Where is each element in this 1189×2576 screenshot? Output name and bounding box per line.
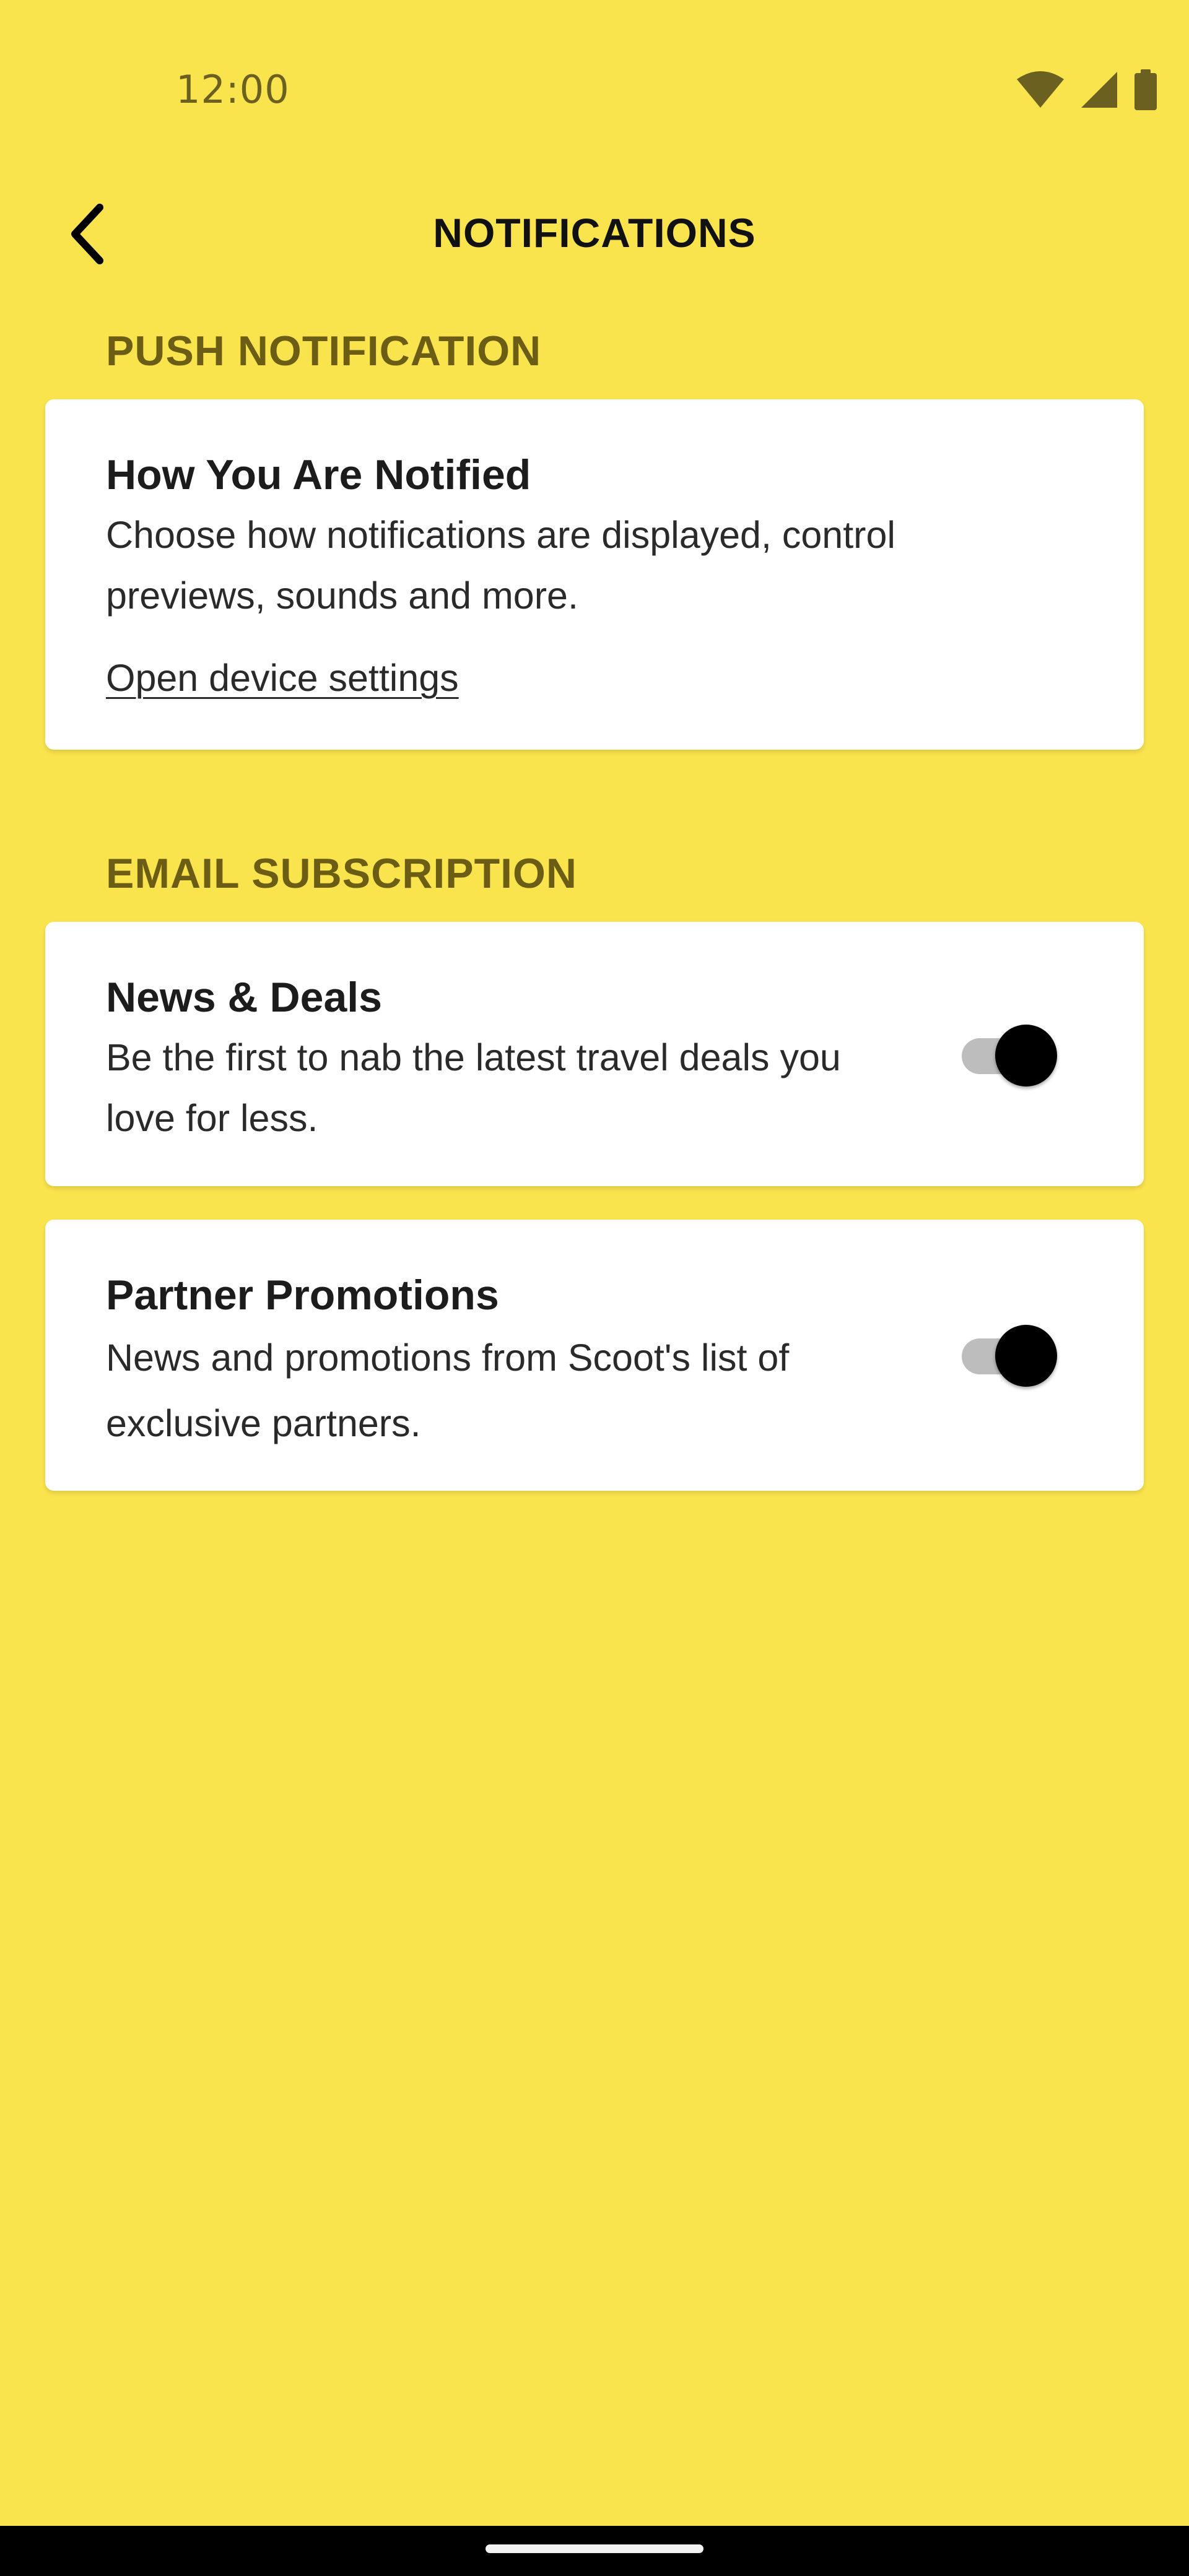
card-description: Be the first to nab the latest travel de…	[106, 1036, 841, 1139]
partner-promotions-toggle[interactable]	[956, 1320, 1067, 1388]
wifi-icon	[1016, 71, 1065, 109]
status-icons	[1016, 69, 1158, 110]
page-title: NOTIFICATIONS	[433, 210, 756, 256]
status-time: 12:00	[176, 67, 290, 112]
open-device-settings-link[interactable]: Open device settings	[106, 656, 459, 700]
card-description: News and promotions from Scoot's list of…	[106, 1337, 790, 1444]
top-app-bar: NOTIFICATIONS	[0, 186, 1189, 285]
card-description: Choose how notifications are displayed, …	[106, 514, 895, 617]
status-bar: 12:00	[0, 0, 1189, 136]
home-gesture-handle[interactable]	[486, 2544, 703, 2553]
card-title: How You Are Notified	[106, 451, 531, 498]
how-notified-card: How You Are Notified Choose how notifica…	[45, 399, 1144, 750]
battery-icon	[1133, 69, 1158, 110]
section-header-email: EMAIL SUBSCRIPTION	[106, 850, 578, 897]
card-title: Partner Promotions	[106, 1272, 499, 1319]
navigation-bar	[0, 2526, 1189, 2576]
news-deals-toggle[interactable]	[956, 1020, 1067, 1088]
partner-promotions-card: Partner Promotions News and promotions f…	[45, 1220, 1144, 1491]
toggle-knob	[995, 1025, 1057, 1086]
news-deals-card: News & Deals Be the first to nab the lat…	[45, 922, 1144, 1186]
cellular-signal-icon	[1080, 71, 1118, 109]
card-title: News & Deals	[106, 974, 382, 1021]
toggle-knob	[995, 1325, 1057, 1387]
section-header-push: PUSH NOTIFICATION	[106, 327, 542, 375]
